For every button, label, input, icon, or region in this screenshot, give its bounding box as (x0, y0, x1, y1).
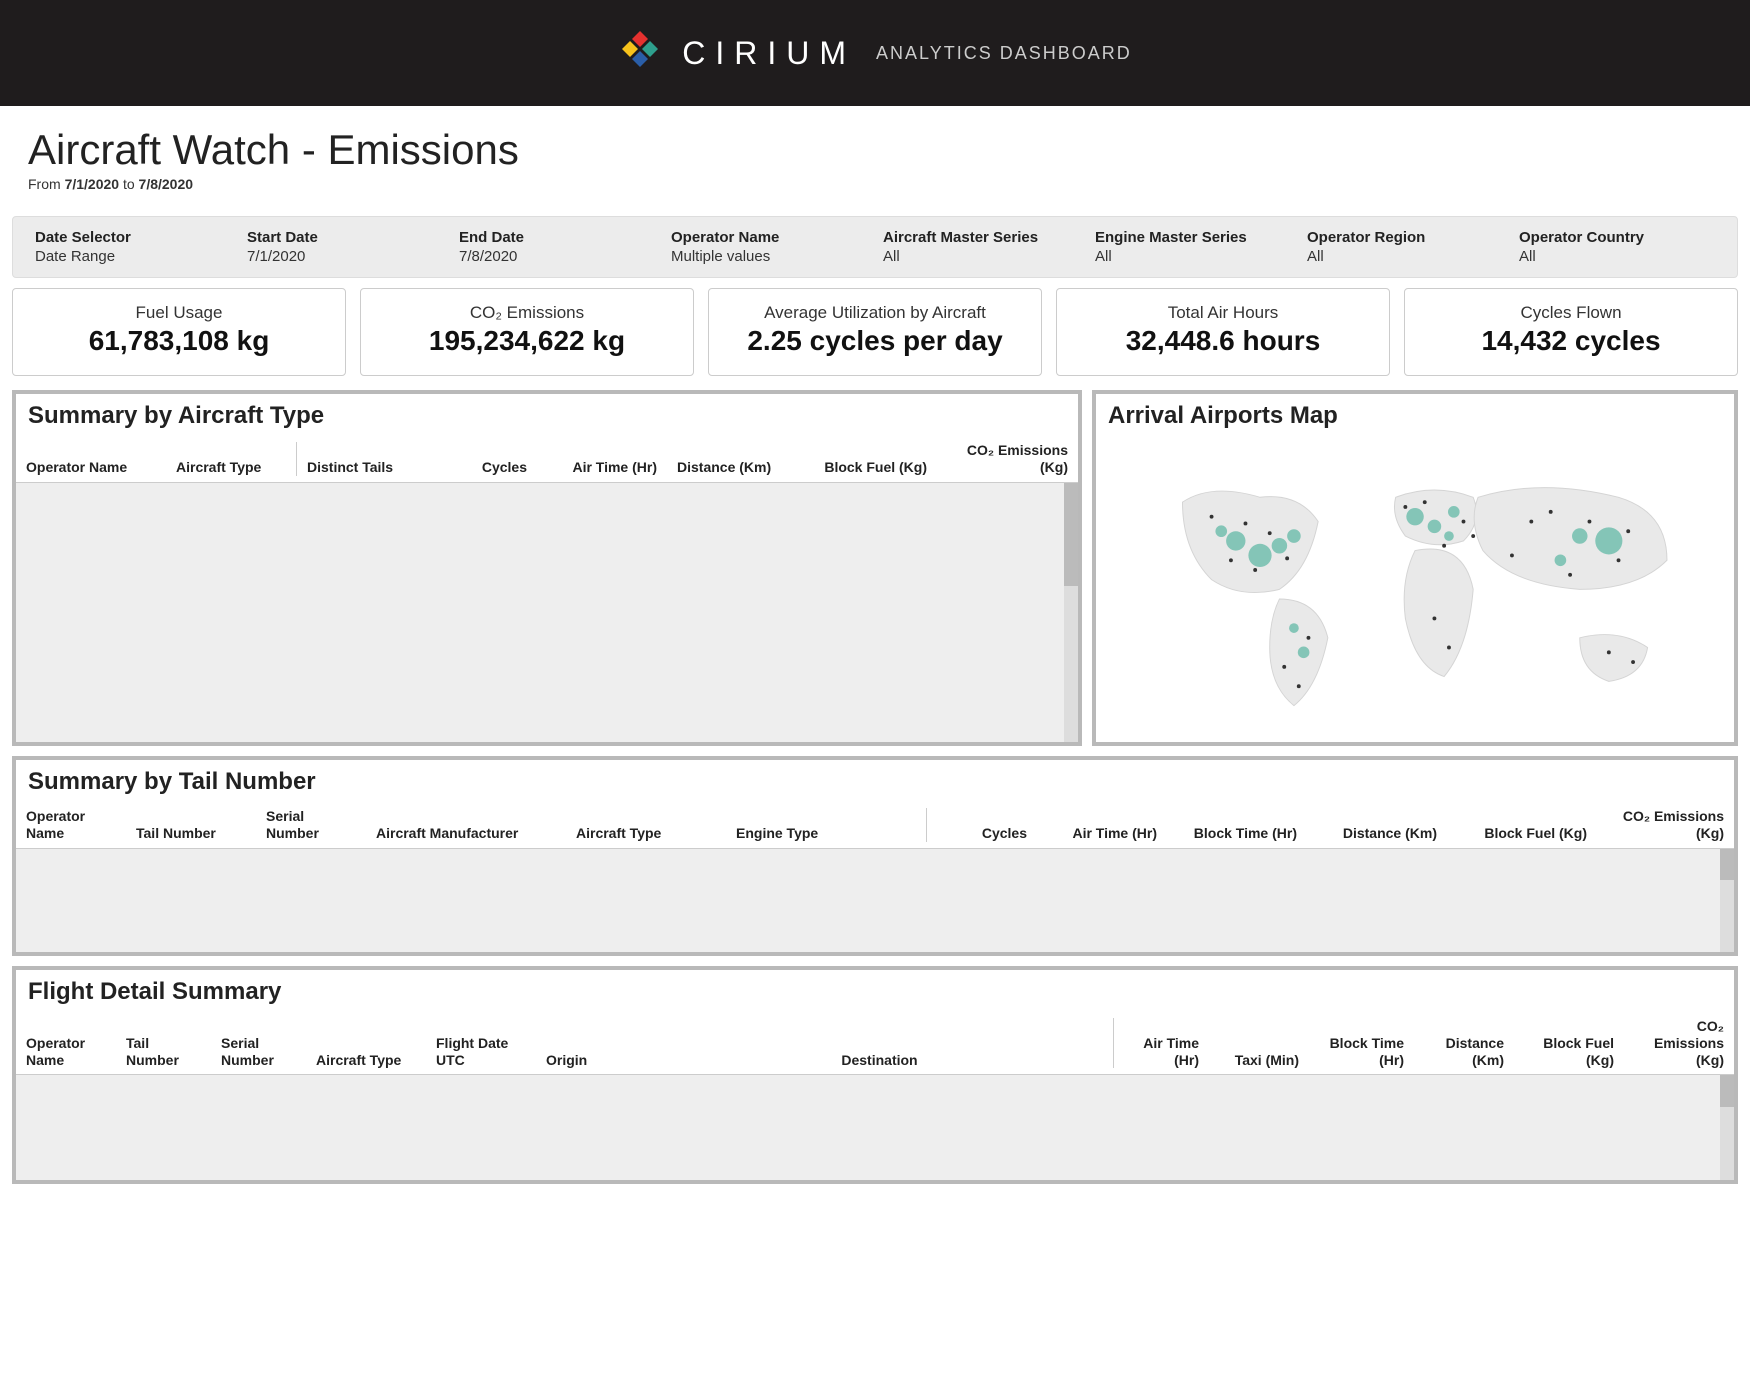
col-engine-type[interactable]: Engine Type (726, 825, 926, 842)
app-header: CIRIUM ANALYTICS DASHBOARD (0, 0, 1750, 106)
col-distance[interactable]: Distance (Km) (1307, 825, 1447, 842)
kpi-avg-utilization: Average Utilization by Aircraft 2.25 cyc… (708, 288, 1042, 376)
col-block-time[interactable]: Block Time (Hr) (1167, 825, 1307, 842)
filter-end-date[interactable]: End Date 7/8/2020 (451, 229, 663, 265)
table-header: Operator Name Tail Number Serial Number … (16, 802, 1734, 849)
scrollbar-thumb[interactable] (1720, 849, 1734, 880)
col-serial-number[interactable]: Serial Number (211, 1035, 306, 1069)
col-aircraft-type[interactable]: Aircraft Type (166, 459, 296, 476)
col-block-time[interactable]: Block Time (Hr) (1309, 1035, 1414, 1069)
kpi-total-air-hours: Total Air Hours 32,448.6 hours (1056, 288, 1390, 376)
table-body[interactable] (16, 849, 1734, 952)
panel-title: Flight Detail Summary (16, 970, 1734, 1012)
col-co2[interactable]: CO₂ Emissions (Kg) (937, 442, 1078, 476)
panel-title: Arrival Airports Map (1096, 394, 1734, 436)
col-block-fuel[interactable]: Block Fuel (Kg) (1447, 825, 1597, 842)
col-origin[interactable]: Origin (536, 1052, 646, 1069)
col-operator-name[interactable]: Operator Name (16, 808, 126, 842)
scrollbar-thumb[interactable] (1064, 483, 1078, 587)
col-aircraft-manufacturer[interactable]: Aircraft Manufacturer (366, 825, 566, 842)
col-distance[interactable]: Distance (Km) (667, 459, 807, 476)
scrollbar-thumb[interactable] (1720, 1075, 1734, 1106)
col-flight-date-utc[interactable]: Flight Date UTC (426, 1035, 536, 1069)
page-title-block: Aircraft Watch - Emissions From 7/1/2020… (0, 106, 1750, 198)
date-from: 7/1/2020 (65, 176, 120, 192)
brand-subtitle: ANALYTICS DASHBOARD (876, 43, 1132, 64)
col-operator-name[interactable]: Operator Name (16, 459, 166, 476)
table-body[interactable] (16, 1075, 1734, 1180)
col-aircraft-type[interactable]: Aircraft Type (306, 1052, 426, 1069)
col-taxi-min[interactable]: Taxi (Min) (1209, 1052, 1309, 1069)
scrollbar[interactable] (1064, 483, 1078, 742)
col-co2[interactable]: CO₂ Emissions (Kg) (1624, 1018, 1734, 1068)
filter-bar: Date Selector Date Range Start Date 7/1/… (12, 216, 1738, 278)
filter-aircraft-master-series[interactable]: Aircraft Master Series All (875, 229, 1087, 265)
col-block-fuel[interactable]: Block Fuel (Kg) (1514, 1035, 1624, 1069)
panel-summary-aircraft-type: Summary by Aircraft Type Operator Name A… (12, 390, 1082, 746)
kpi-co2-emissions: CO₂ Emissions 195,234,622 kg (360, 288, 694, 376)
table-header: Operator Name Aircraft Type Distinct Tai… (16, 436, 1078, 483)
kpi-cycles-flown: Cycles Flown 14,432 cycles (1404, 288, 1738, 376)
col-destination[interactable]: Destination (646, 1052, 1113, 1069)
col-air-time[interactable]: Air Time (Hr) (1037, 825, 1167, 842)
col-co2[interactable]: CO₂ Emissions (Kg) (1597, 808, 1734, 842)
col-cycles[interactable]: Cycles (927, 825, 1037, 842)
col-air-time[interactable]: Air Time (Hr) (1114, 1035, 1209, 1069)
filter-start-date[interactable]: Start Date 7/1/2020 (239, 229, 451, 265)
table-header: Operator Name Tail Number Serial Number … (16, 1012, 1734, 1075)
table-body[interactable] (16, 483, 1078, 742)
page-title: Aircraft Watch - Emissions (28, 126, 1722, 174)
filter-date-selector[interactable]: Date Selector Date Range (27, 229, 239, 265)
panel-title: Summary by Tail Number (16, 760, 1734, 802)
brand-name: CIRIUM (682, 35, 856, 72)
col-air-time[interactable]: Air Time (Hr) (537, 459, 667, 476)
date-from-prefix: From (28, 176, 65, 192)
panel-title: Summary by Aircraft Type (16, 394, 1078, 436)
col-operator-name[interactable]: Operator Name (16, 1035, 116, 1069)
date-range-text: From 7/1/2020 to 7/8/2020 (28, 176, 1722, 192)
panel-arrival-airports-map: Arrival Airports Map (1092, 390, 1738, 746)
col-block-fuel[interactable]: Block Fuel (Kg) (807, 459, 937, 476)
col-distinct-tails[interactable]: Distinct Tails (297, 459, 437, 476)
col-cycles[interactable]: Cycles (437, 459, 537, 476)
col-tail-number[interactable]: Tail Number (116, 1035, 211, 1069)
filter-operator-region[interactable]: Operator Region All (1299, 229, 1511, 265)
col-aircraft-type[interactable]: Aircraft Type (566, 825, 726, 842)
date-to: 7/8/2020 (139, 176, 194, 192)
panel-flight-detail-summary: Flight Detail Summary Operator Name Tail… (12, 966, 1738, 1184)
col-serial-number[interactable]: Serial Number (256, 808, 366, 842)
panel-summary-tail-number: Summary by Tail Number Operator Name Tai… (12, 756, 1738, 956)
col-tail-number[interactable]: Tail Number (126, 825, 256, 842)
kpi-fuel-usage: Fuel Usage 61,783,108 kg (12, 288, 346, 376)
scrollbar[interactable] (1720, 1075, 1734, 1180)
cirium-logo-icon (618, 29, 662, 78)
filter-engine-master-series[interactable]: Engine Master Series All (1087, 229, 1299, 265)
col-distance[interactable]: Distance (Km) (1414, 1035, 1514, 1069)
filter-operator-name[interactable]: Operator Name Multiple values (663, 229, 875, 265)
date-to-prefix: to (119, 176, 138, 192)
scrollbar[interactable] (1720, 849, 1734, 952)
world-map[interactable] (1096, 436, 1734, 742)
kpi-row: Fuel Usage 61,783,108 kg CO₂ Emissions 1… (12, 288, 1738, 376)
filter-operator-country[interactable]: Operator Country All (1511, 229, 1723, 265)
